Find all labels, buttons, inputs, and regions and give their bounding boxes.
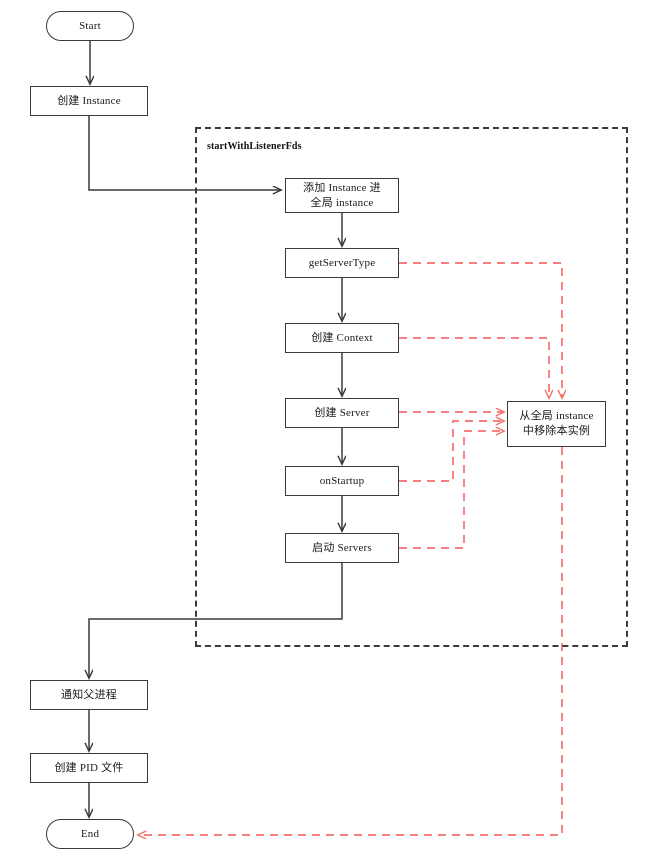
node-create-instance-label: 创建 Instance [57, 94, 121, 107]
edge-remove-instance-to-end [138, 447, 563, 835]
node-start-label: Start [79, 19, 101, 32]
node-start[interactable]: Start [46, 11, 134, 41]
flowchart-canvas: startWithListenerFds Start 创建 Instance 添… [0, 0, 652, 858]
node-start-servers[interactable]: 启动 Servers [285, 533, 399, 563]
node-get-server-type[interactable]: getServerType [285, 248, 399, 278]
node-add-instance-to-global-label: 添加 Instance 进 全局 instance [303, 181, 381, 209]
node-create-pid-file-label: 创建 PID 文件 [54, 761, 124, 774]
edge-get-server-type-to-remove-instance [399, 262, 562, 398]
node-remove-instance-from-global-label: 从全局 instance 中移除本实例 [519, 410, 594, 437]
node-remove-instance-from-global[interactable]: 从全局 instance 中移除本实例 [507, 401, 606, 447]
node-end-label: End [80, 827, 100, 840]
node-notify-parent-process-label: 通知父进程 [61, 688, 117, 701]
node-create-pid-file[interactable]: 创建 PID 文件 [30, 753, 148, 783]
node-end[interactable]: End [46, 819, 134, 849]
node-create-context-label: 创建 Context [311, 331, 373, 344]
node-create-server[interactable]: 创建 Server [285, 398, 399, 428]
node-add-instance-to-global[interactable]: 添加 Instance 进 全局 instance [285, 178, 399, 213]
node-on-startup[interactable]: onStartup [285, 466, 399, 496]
node-on-startup-label: onStartup [319, 474, 365, 487]
edge-start-servers-to-remove-instance [399, 431, 504, 549]
node-create-server-label: 创建 Server [314, 406, 370, 419]
node-get-server-type-label: getServerType [308, 256, 376, 269]
node-notify-parent-process[interactable]: 通知父进程 [30, 680, 148, 710]
edge-onstartup-to-remove-instance [399, 421, 504, 482]
node-create-instance[interactable]: 创建 Instance [30, 86, 148, 116]
edge-create-instance-to-add-instance [88, 116, 281, 190]
edge-start-servers-to-notify-parent [89, 563, 343, 678]
edge-create-context-to-remove-instance [399, 337, 549, 398]
node-start-servers-label: 启动 Servers [312, 541, 372, 554]
node-create-context[interactable]: 创建 Context [285, 323, 399, 353]
group-label: startWithListenerFds [207, 141, 302, 152]
